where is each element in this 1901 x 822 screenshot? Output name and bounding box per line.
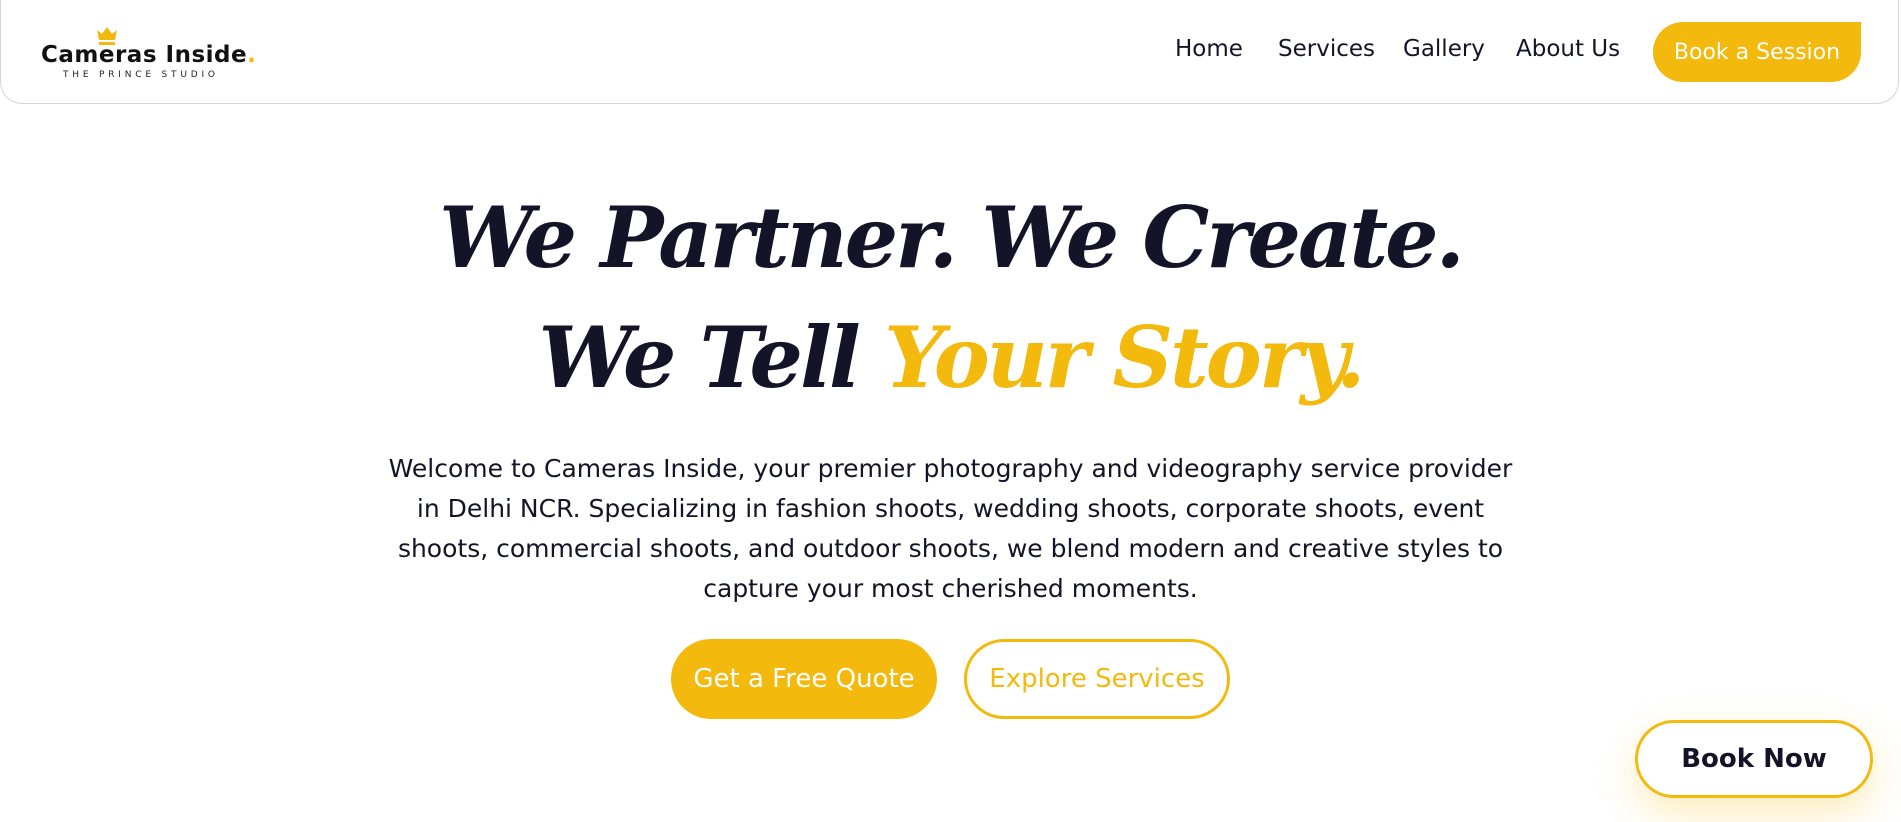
hero-headline-start: We Tell	[538, 308, 885, 407]
logo-tagline: THE PRINCE STUDIO	[63, 70, 219, 80]
hero-description: Welcome to Cameras Inside, your premier …	[388, 454, 1513, 603]
nav-home[interactable]: Home	[1175, 36, 1243, 62]
nav-gallery[interactable]: Gallery	[1403, 36, 1485, 62]
nav-about-us[interactable]: About Us	[1516, 36, 1620, 62]
hero-headline-line1: We Partner. We Create.	[439, 188, 1465, 287]
logo-name: Cameras Inside.	[41, 42, 257, 68]
site-header: Cameras Inside. THE PRINCE STUDIO Home S…	[0, 0, 1899, 104]
get-free-quote-button[interactable]: Get a Free Quote	[671, 639, 937, 719]
logo[interactable]: Cameras Inside. THE PRINCE STUDIO	[41, 22, 256, 82]
book-session-button[interactable]: Book a Session	[1653, 22, 1861, 82]
book-now-floating-button[interactable]: Book Now	[1635, 720, 1873, 798]
nav-services[interactable]: Services	[1278, 36, 1375, 62]
explore-services-button[interactable]: Explore Services	[964, 639, 1230, 719]
hero-headline-accent: Your Story.	[884, 308, 1365, 407]
page: Cameras Inside. THE PRINCE STUDIO Home S…	[0, 0, 1901, 822]
hero-headline-line2: We Tell Your Story.	[0, 316, 1901, 400]
